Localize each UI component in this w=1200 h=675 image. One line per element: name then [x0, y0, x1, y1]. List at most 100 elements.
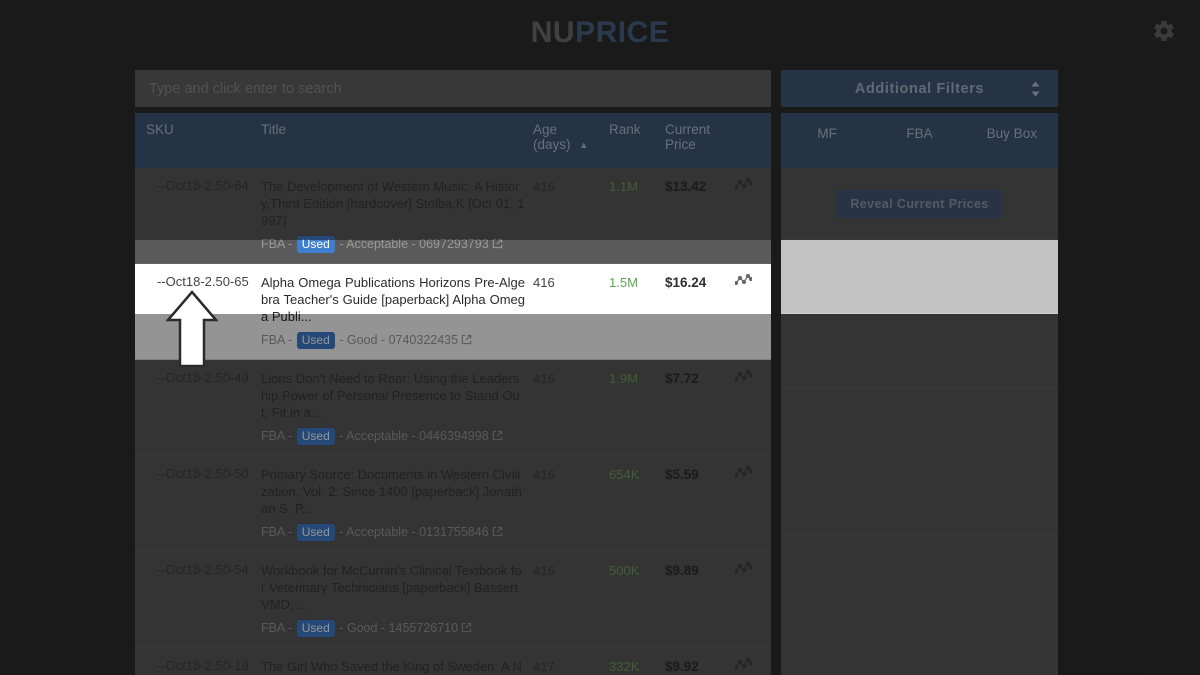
row-condition-line: FBA - Used - Acceptable - 0697293793 [261, 236, 525, 253]
app-root: NUPRICE Additional Filters SKU Title Age [0, 0, 1200, 675]
row-age: 416 [533, 563, 555, 578]
row-current-price: $16.24 [665, 275, 707, 290]
price-panel-row[interactable] [781, 240, 1058, 314]
chevron-up-down-icon [1031, 81, 1040, 96]
column-header-rank[interactable]: Rank [605, 122, 661, 168]
column-header-fba[interactable]: FBA [873, 126, 965, 168]
table-row[interactable]: --Oct18-2.50-64 The Development of Wester… [135, 168, 771, 264]
line-chart-icon[interactable] [733, 561, 754, 579]
row-condition: Acceptable [346, 525, 409, 539]
row-title[interactable]: Primary Source: Documents in Western Civ… [261, 466, 525, 517]
row-current-price: $7.72 [665, 371, 699, 386]
search-box[interactable] [135, 70, 771, 107]
row-condition: Good [346, 621, 378, 635]
row-rank: 332K [609, 659, 640, 674]
row-used-badge: Used [296, 620, 335, 637]
line-chart-icon[interactable] [733, 177, 754, 195]
row-rank: 1.1M [609, 179, 638, 194]
row-title[interactable]: Lions Don't Need to Roar: Using the Lead… [261, 370, 525, 421]
row-current-price: $5.59 [665, 467, 699, 482]
column-header-price-line2: Price [665, 137, 696, 152]
table-row[interactable]: --Oct18-2.50-50 Primary Source: Documents… [135, 456, 771, 552]
column-header-buy-box[interactable]: Buy Box [966, 126, 1058, 168]
price-panel-body [781, 240, 1058, 675]
external-link-icon[interactable] [489, 429, 503, 443]
row-age: 416 [533, 371, 555, 386]
products-table: SKU Title Age (days) ▲ Rank Current Pric… [135, 113, 771, 675]
price-panel-row[interactable] [781, 610, 1058, 675]
row-fulfillment: FBA [261, 429, 285, 443]
dim-overlay-middle [771, 240, 781, 314]
row-title[interactable]: The Development of Western Music: A Hist… [261, 178, 525, 229]
reveal-current-prices-button[interactable]: Reveal Current Prices [837, 189, 1002, 218]
table-row[interactable]: --Oct18-2.50-49 Lions Don't Need to Roar:… [135, 360, 771, 456]
price-panel-header-row: MF FBA Buy Box [781, 113, 1058, 168]
price-comparison-panel: MF FBA Buy Box Reveal Current Prices [781, 113, 1058, 675]
row-age: 416 [533, 179, 555, 194]
row-condition: Acceptable [346, 429, 409, 443]
row-sku: --Oct18-2.50-49 [157, 370, 249, 385]
line-chart-icon[interactable] [733, 657, 754, 675]
gear-icon[interactable] [1152, 19, 1176, 43]
column-header-mf[interactable]: MF [781, 126, 873, 168]
external-link-icon[interactable] [489, 237, 503, 251]
external-link-icon[interactable] [458, 621, 472, 635]
row-used-badge: Used [296, 236, 335, 253]
column-header-age[interactable]: Age (days) ▲ [529, 122, 605, 168]
additional-filters-label: Additional Filters [854, 80, 985, 97]
table-body: --Oct18-2.50-64 The Development of Wester… [135, 168, 771, 675]
row-rank: 1.5M [609, 275, 638, 290]
line-chart-icon[interactable] [733, 273, 754, 291]
table-row[interactable]: --Oct18-2.50-19 The Girl Who Saved the Ki… [135, 648, 771, 675]
column-header-current-price[interactable]: Current Price [661, 122, 731, 168]
row-sku: --Oct18-2.50-54 [157, 562, 249, 577]
row-asin: 0740322435 [388, 333, 459, 347]
column-header-sku[interactable]: SKU [135, 122, 257, 168]
price-panel-row[interactable] [781, 388, 1058, 462]
row-title[interactable]: Alpha Omega Publications Horizons Pre-Al… [261, 274, 525, 325]
external-link-icon[interactable] [458, 333, 472, 347]
price-panel-row[interactable] [781, 314, 1058, 388]
row-fulfillment: FBA [261, 333, 285, 347]
reveal-prices-row: Reveal Current Prices [781, 168, 1058, 240]
row-fulfillment: FBA [261, 237, 285, 251]
row-current-price: $9.92 [665, 659, 699, 674]
column-header-age-line2: (days) [533, 137, 571, 152]
row-asin: 0697293793 [419, 237, 489, 251]
price-panel-row[interactable] [781, 462, 1058, 536]
search-input[interactable] [135, 70, 771, 107]
additional-filters-button[interactable]: Additional Filters [781, 70, 1058, 107]
row-condition: Good [346, 333, 378, 347]
row-sku: --Oct18-2.50-19 [157, 658, 249, 673]
row-sku: --Oct18-2.50-64 [157, 178, 249, 193]
table-row[interactable]: --Oct18-2.50-65 Alpha Omega Publications … [135, 264, 771, 360]
row-condition-line: FBA - Used - Good - 0740322435 [261, 332, 525, 349]
row-condition-line: FBA - Used - Acceptable - 0446394998 [261, 428, 525, 445]
top-bar: NUPRICE [0, 0, 1200, 66]
table-row[interactable]: --Oct18-2.50-54 Workbook for McCurnin's C… [135, 552, 771, 648]
row-title[interactable]: Workbook for McCurnin's Clinical Textboo… [261, 562, 525, 613]
row-rank: 500K [609, 563, 640, 578]
row-sku: --Oct18-2.50-65 [157, 274, 249, 289]
line-chart-icon[interactable] [733, 369, 754, 387]
row-used-badge: Used [296, 332, 335, 349]
column-header-title[interactable]: Title [257, 122, 529, 168]
row-fulfillment: FBA [261, 525, 285, 539]
price-panel-row[interactable] [781, 536, 1058, 610]
row-title[interactable]: The Girl Who Saved the King of Sweden: A… [261, 658, 525, 675]
sort-ascending-icon[interactable]: ▲ [579, 140, 588, 150]
row-rank: 1.9M [609, 371, 638, 386]
line-chart-icon[interactable] [733, 465, 754, 483]
external-link-icon[interactable] [489, 525, 503, 539]
row-used-badge: Used [296, 524, 335, 541]
logo-text-nu: NU [530, 16, 576, 49]
row-condition: Acceptable [346, 237, 409, 251]
column-header-graph [731, 122, 770, 168]
row-age: 417 [533, 659, 555, 674]
row-rank: 654K [609, 467, 640, 482]
row-condition-line: FBA - Used - Acceptable - 0131755846 [261, 524, 525, 541]
column-header-age-line1: Age [533, 122, 558, 137]
row-asin: 1455726710 [388, 621, 459, 635]
row-current-price: $13.42 [665, 179, 707, 194]
row-condition-line: FBA - Used - Good - 1455726710 [261, 620, 525, 637]
